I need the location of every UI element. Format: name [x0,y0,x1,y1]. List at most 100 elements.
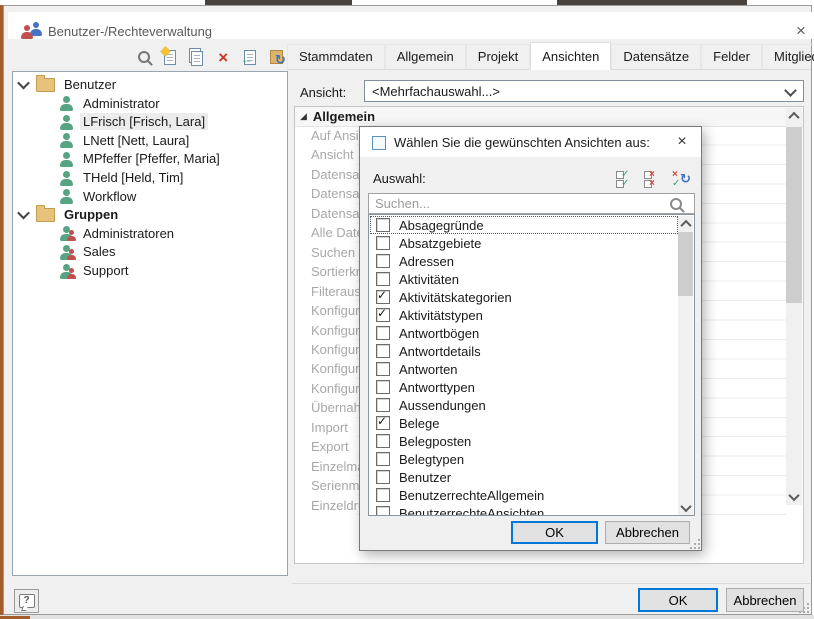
copy-icon[interactable] [187,47,207,67]
checkbox-checked-icon[interactable]: ✓ [376,290,390,304]
uncheck-all-icon[interactable]: × × [644,169,664,189]
invert-selection-icon[interactable]: × ✓ ↻ [672,169,692,189]
view-list-item-belegtypen[interactable]: Belegtypen [370,450,678,468]
chevron-down-icon[interactable] [17,77,30,90]
check-all-icon[interactable]: ✓ ✓ [616,169,636,189]
checkbox-icon[interactable] [376,488,390,502]
tree-item-lfrisch-frisch-lara[interactable]: LFrisch [Frisch, Lara] [59,112,208,131]
grid-group-row[interactable]: ◢ Allgemein [295,107,803,127]
view-list-item-aussendungen[interactable]: Aussendungen [370,396,678,414]
view-list-item-label: Aktivitäten [399,272,459,287]
help-button[interactable]: ? [14,589,39,613]
modal-ok-button[interactable]: OK [511,521,598,544]
view-list-item-benutzerrechteansichten[interactable]: BenutzerrechteAnsichten [370,504,678,516]
tree-item-label: Administratoren [80,225,177,242]
scroll-down-button[interactable] [786,489,802,505]
checkbox-icon[interactable] [376,362,390,376]
view-list-item-label: Aussendungen [399,398,486,413]
checkbox-icon[interactable] [376,380,390,394]
tab-projekt[interactable]: Projekt [466,44,530,69]
view-list-item-antwortdetails[interactable]: Antwortdetails [370,342,678,360]
tree-item-support[interactable]: Support [59,261,132,280]
view-list-item-antworten[interactable]: Antworten [370,360,678,378]
delete-icon[interactable]: × [214,47,234,67]
arrow-down-icon [788,490,799,501]
tab-felder[interactable]: Felder [701,44,762,69]
modal-cancel-button[interactable]: Abbrechen [605,521,690,544]
view-list-item-aktivitäten[interactable]: Aktivitäten [370,270,678,288]
title-bar: Benutzer-/Rechteverwaltung × [8,12,814,39]
view-list-item-antwortbögen[interactable]: Antwortbögen [370,324,678,342]
tree-item-label: Gruppen [61,206,121,223]
checkbox-icon[interactable] [376,452,390,466]
checkbox-icon[interactable] [376,506,390,516]
scroll-up-button[interactable] [678,216,693,231]
tree-item-sales[interactable]: Sales [59,242,119,261]
tree-folder-gruppen[interactable]: Gruppen [15,205,121,224]
tab-mitgliedschaften[interactable]: Mitgliedschaften [762,44,814,69]
tab-stammdaten[interactable]: Stammdaten [287,44,385,69]
checkbox-icon[interactable] [376,272,390,286]
tree-item-lnett-nett-laura[interactable]: LNett [Nett, Laura] [59,131,192,150]
tab-ansichten[interactable]: Ansichten [530,42,611,70]
checkbox-checked-icon[interactable]: ✓ [376,308,390,322]
list-scrollbar[interactable] [678,216,693,515]
checkbox-window-icon [372,136,386,150]
view-list-item-absagegründe[interactable]: Absagegründe [370,216,678,234]
tree-item-administratoren[interactable]: Administratoren [59,224,177,243]
view-list-item-antworttypen[interactable]: Antworttypen [370,378,678,396]
view-list-item-aktivitätstypen[interactable]: ✓Aktivitätstypen [370,306,678,324]
view-list-item-absatzgebiete[interactable]: Absatzgebiete [370,234,678,252]
modal-title-bar: Wählen Sie die gewünschten Ansichten aus… [360,127,701,157]
tree-item-administrator[interactable]: Administrator [59,94,163,113]
search-icon[interactable] [134,47,154,67]
grid-scrollbar[interactable] [786,108,802,505]
view-list-item-benutzer[interactable]: Benutzer [370,468,678,486]
view-dropdown[interactable]: <Mehrfachauswahl...> [364,80,804,102]
view-list-item-belegposten[interactable]: Belegposten [370,432,678,450]
refresh-icon[interactable]: ↻ [267,47,287,67]
resize-grip[interactable] [690,539,700,549]
modal-title: Wählen Sie die gewünschten Ansichten aus… [394,135,650,150]
modal-close-button[interactable]: × [663,127,701,157]
tree-item-workflow[interactable]: Workflow [59,187,139,206]
folder-icon [36,78,55,92]
search-input[interactable] [369,194,694,213]
checkbox-icon[interactable] [376,398,390,412]
search-icon [670,198,682,210]
checkbox-icon[interactable] [376,236,390,250]
scroll-down-button[interactable] [678,500,693,515]
scrollbar-thumb[interactable] [786,127,802,303]
selection-actions: ✓ ✓ × × × ✓ ↻ [616,169,696,189]
checkbox-icon[interactable] [376,254,390,268]
group-member-icon [67,249,76,260]
view-list-item-aktivitätskategorien[interactable]: ✓Aktivitätskategorien [370,288,678,306]
cancel-button[interactable]: Abbrechen [726,588,804,612]
import-icon[interactable]: ← [240,47,260,67]
tab-allgemein[interactable]: Allgemein [385,44,466,69]
arrow-down-icon [680,500,691,511]
checkbox-icon[interactable] [376,326,390,340]
view-list-item-adressen[interactable]: Adressen [370,252,678,270]
ok-button[interactable]: OK [638,588,718,612]
group-expander-icon[interactable]: ◢ [300,111,307,122]
window-resize-grip[interactable] [799,603,809,613]
scroll-up-button[interactable] [786,108,802,124]
window-close-button[interactable]: × [784,18,814,44]
view-list-item-benutzerrechteallgemein[interactable]: BenutzerrechteAllgemein [370,486,678,504]
tree-item-theld-held-tim[interactable]: THeld [Held, Tim] [59,168,186,187]
checkbox-icon[interactable] [376,434,390,448]
checkbox-icon[interactable] [376,470,390,484]
user-group-tree: BenutzerAdministratorLFrisch [Frisch, La… [12,71,288,576]
checkbox-checked-icon[interactable]: ✓ [376,416,390,430]
checkbox-icon[interactable] [376,344,390,358]
tree-folder-benutzer[interactable]: Benutzer [15,75,119,94]
new-record-icon[interactable] [161,47,181,67]
tree-item-mpfeffer-pfeffer-maria[interactable]: MPfeffer [Pfeffer, Maria] [59,149,223,168]
tab-datensätze[interactable]: Datensätze [611,44,701,69]
chevron-down-icon[interactable] [17,207,30,220]
scrollbar-thumb[interactable] [678,232,693,296]
view-list-item-belege[interactable]: ✓Belege [370,414,678,432]
view-list-item-label: Antworttypen [399,380,475,395]
checkbox-icon[interactable] [376,218,390,232]
